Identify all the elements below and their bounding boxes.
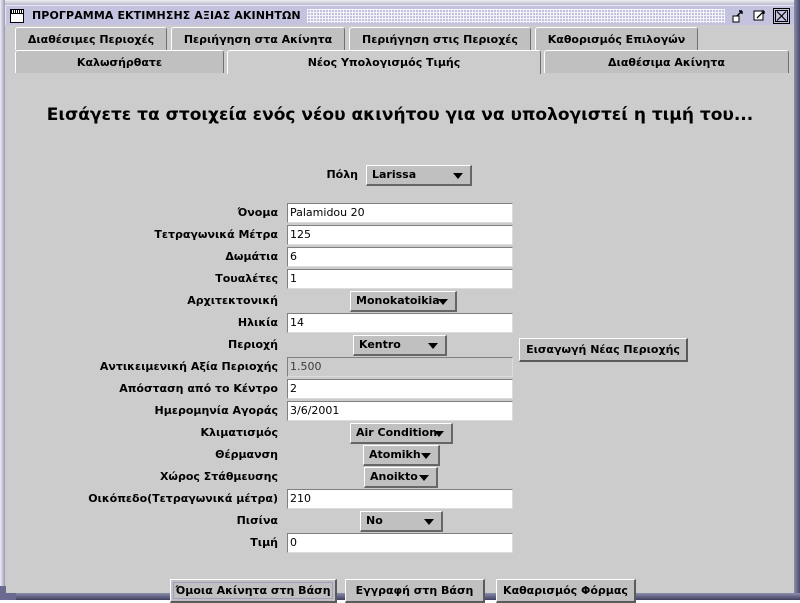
field-label-9: Ημερομηνία Αγοράς: [154, 404, 278, 417]
form-row-0: Όνομα Palamidou 20: [6, 203, 794, 225]
tab-label: Νέος Υπολογισμός Τιμής: [307, 56, 461, 69]
window-border-right[interactable]: [794, 0, 800, 600]
add-new-area-button-label: Εισαγωγή Νέας Περιοχής: [526, 343, 680, 356]
field-input-7: 1.500: [287, 357, 513, 377]
field-label-3: Τουαλέτες: [215, 272, 278, 285]
field-label-1: Τετραγωνικά Μέτρα: [154, 228, 278, 241]
form-row-14: Πισίνα No: [6, 511, 794, 533]
window-border-left: [0, 0, 5, 600]
minimize-icon: [732, 9, 743, 22]
chevron-down-icon: [419, 475, 429, 481]
action-button-2[interactable]: Καθαρισμός Φόρμας: [496, 579, 636, 603]
form-row-8: Απόσταση από το Κέντρο 2: [6, 379, 794, 401]
maximize-button[interactable]: [752, 7, 769, 24]
chevron-down-icon: [424, 519, 434, 525]
field-label-4: Αρχιτεκτονική: [187, 294, 278, 307]
action-button-1[interactable]: Εγγραφή στη Βάση: [345, 579, 485, 603]
form-row-11: Θέρμανση Atomikh: [6, 445, 794, 467]
form-row-12: Χώρος Στάθμευσης Anoikto: [6, 467, 794, 489]
field-combo-10[interactable]: Air Condition: [350, 423, 453, 444]
field-combo-value-4: Monokatoikia: [356, 294, 440, 307]
form-row-3: Τουαλέτες 1: [6, 269, 794, 291]
field-label-11: Θέρμανση: [215, 448, 278, 461]
form-row-13: Οικόπεδο(Τετραγωνικά μέτρα) 210: [6, 489, 794, 511]
combo-city-value: Larissa: [372, 168, 417, 181]
action-button-0[interactable]: Όμοια Ακίνητα στη Βάση: [170, 579, 337, 603]
close-icon: [775, 9, 788, 22]
add-new-area-button[interactable]: Εισαγωγή Νέας Περιοχής: [519, 338, 688, 362]
label-city: Πόλη: [326, 168, 358, 181]
field-combo-value-10: Air Condition: [356, 426, 438, 439]
field-label-10: Κλιματισμός: [200, 426, 278, 439]
tab-secondary-1[interactable]: Νέος Υπολογισμός Τιμής: [227, 50, 541, 74]
form-row-10: Κλιματισμός Air Condition: [6, 423, 794, 445]
maximize-icon: [753, 9, 765, 20]
chevron-down-icon: [453, 173, 463, 179]
field-label-7: Αντικειμενική Αξία Περιοχής: [99, 360, 278, 373]
field-input-5[interactable]: 14: [287, 313, 513, 333]
field-label-14: Πισίνα: [236, 514, 278, 527]
form-row-15: Τιμή 0: [6, 533, 794, 555]
field-label-12: Χώρος Στάθμευσης: [159, 470, 278, 483]
action-button-label-2: Καθαρισμός Φόρμας: [503, 584, 628, 597]
window-document-icon: [10, 8, 24, 23]
field-input-0[interactable]: Palamidou 20: [287, 203, 513, 223]
form-row-4: Αρχιτεκτονική Monokatoikia: [6, 291, 794, 313]
field-input-9[interactable]: 3/6/2001: [287, 401, 513, 421]
minimize-button[interactable]: [731, 7, 748, 24]
focus-indicator: [173, 582, 333, 599]
field-input-15[interactable]: 0: [287, 533, 513, 553]
field-label-6: Περιοχή: [228, 338, 278, 351]
field-label-15: Τιμή: [250, 536, 278, 549]
title-bar-texture: [306, 8, 725, 23]
close-button[interactable]: [773, 7, 790, 24]
field-label-13: Οικόπεδο(Τετραγωνικά μέτρα): [88, 492, 278, 505]
field-input-2[interactable]: 6: [287, 247, 513, 267]
chevron-down-icon: [438, 299, 448, 305]
field-combo-12[interactable]: Anoikto: [364, 467, 438, 488]
field-label-8: Απόσταση από το Κέντρο: [119, 382, 278, 395]
combo-city[interactable]: Larissa: [366, 165, 472, 186]
form-row-1: Τετραγωνικά Μέτρα 125: [6, 225, 794, 247]
field-input-13[interactable]: 210: [287, 489, 513, 509]
field-combo-11[interactable]: Atomikh: [363, 445, 440, 466]
field-combo-6[interactable]: Kentro: [353, 335, 447, 356]
property-form: Πόλη Larissa Όνομα Palamidou 20 Τετραγωνικ…: [6, 25, 794, 603]
chevron-down-icon: [428, 343, 438, 349]
field-label-2: Δωμάτια: [225, 250, 278, 263]
field-combo-4[interactable]: Monokatoikia: [350, 291, 457, 312]
client-area: Διαθέσιμες Περιοχές Περιήγηση στα Ακίνητα…: [6, 25, 794, 603]
window-title: ΠΡΟΓΡΑΜΜΑ ΕΚΤΙΜΗΣΗΣ ΑΞΙΑΣ ΑΚΙΝΗΤΩΝ: [32, 9, 301, 22]
chevron-down-icon: [421, 453, 431, 459]
form-row-9: Ημερομηνία Αγοράς 3/6/2001: [6, 401, 794, 423]
title-bar[interactable]: ΠΡΟΓΡΑΜΜΑ ΕΚΤΙΜΗΣΗΣ ΑΞΙΑΣ ΑΚΙΝΗΤΩΝ: [5, 5, 794, 25]
field-combo-value-11: Atomikh: [369, 448, 421, 461]
form-row-5: Ηλικία 14: [6, 313, 794, 335]
form-row-2: Δωμάτια 6: [6, 247, 794, 269]
application-window: ΠΡΟΓΡΑΜΜΑ ΕΚΤΙΜΗΣΗΣ ΑΞΙΑΣ ΑΚΙΝΗΤΩΝ Διαθέ…: [0, 0, 800, 603]
field-label-0: Όνομα: [237, 206, 279, 219]
field-combo-value-6: Kentro: [359, 338, 401, 351]
field-combo-value-14: No: [366, 514, 383, 527]
chevron-down-icon: [434, 431, 444, 437]
field-combo-14[interactable]: No: [360, 511, 443, 532]
action-button-label-1: Εγγραφή στη Βάση: [355, 584, 474, 597]
field-combo-value-12: Anoikto: [370, 470, 418, 483]
form-row-city: Πόλη Larissa: [6, 165, 794, 187]
field-label-5: Ηλικία: [237, 316, 278, 329]
field-input-1[interactable]: 125: [287, 225, 513, 245]
field-input-3[interactable]: 1: [287, 269, 513, 289]
field-input-8[interactable]: 2: [287, 379, 513, 399]
